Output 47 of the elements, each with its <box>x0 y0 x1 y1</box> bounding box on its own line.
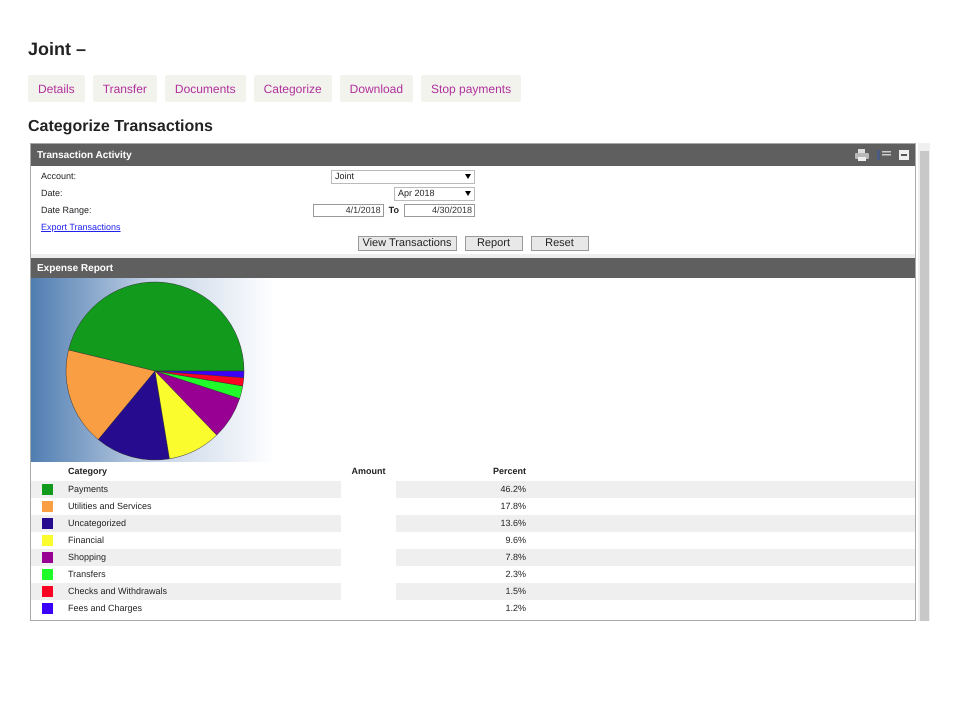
field-label: Date: <box>41 186 63 200</box>
column-header: Amount <box>350 464 386 478</box>
date-dropdown[interactable]: Apr 2018 <box>394 186 475 200</box>
column-header: Category <box>68 464 108 478</box>
percent-cell-text: 17.8% <box>499 500 526 513</box>
export-link[interactable]: Export Transactions <box>41 220 121 234</box>
percent-cell-text: 13.6% <box>499 516 526 530</box>
nav-button[interactable]: Documents <box>164 75 246 102</box>
percent-cell-text: 9.6% <box>504 534 526 547</box>
nav-button[interactable]: Categorize <box>254 75 332 102</box>
end-date-field[interactable]: 4/30/2018 <box>404 204 475 217</box>
dropdown-arrow-icon <box>465 191 471 196</box>
minimize-icon[interactable] <box>899 150 909 160</box>
nav-button[interactable]: Download <box>340 75 414 102</box>
percent-cell-text: 1.2% <box>504 602 526 615</box>
nav-button[interactable]: Transfer <box>92 75 157 102</box>
category-cell-text: Fees and Charges <box>68 602 144 615</box>
action-button[interactable]: Reset <box>530 236 588 251</box>
scrollbar[interactable] <box>918 143 930 621</box>
account-dropdown[interactable]: Joint <box>331 170 475 184</box>
dropdown-arrow-icon <box>465 174 471 179</box>
category-cell-text: Transfers <box>68 568 107 581</box>
category-cell-text: Uncategorized <box>68 516 128 530</box>
column-header: Percent <box>492 464 526 478</box>
percent-cell-text: 2.3% <box>504 568 526 581</box>
category-cell-text: Payments <box>68 482 110 496</box>
panel-title: Transaction Activity <box>37 148 132 162</box>
page-title: Joint – <box>28 38 88 60</box>
action-button[interactable]: Report <box>464 236 522 251</box>
category-cell-text: Checks and Withdrawals <box>68 584 168 598</box>
category-cell-text: Financial <box>68 534 106 547</box>
category-cell-text: Utilities and Services <box>68 500 153 513</box>
percent-cell-text: 46.2% <box>499 482 526 496</box>
section-title: Categorize Transactions <box>28 117 214 137</box>
field-label: Account: <box>41 170 76 183</box>
list-icon[interactable] <box>877 150 891 160</box>
nav-button[interactable]: Stop payments <box>421 75 522 102</box>
percent-cell-text: 7.8% <box>504 550 526 564</box>
panel-title: Expense Report <box>37 262 114 276</box>
field-label: Date Range: <box>41 204 92 217</box>
start-date-field[interactable]: 4/1/2018 <box>312 204 384 217</box>
to-label: To <box>388 204 399 217</box>
action-button[interactable]: View Transactions <box>358 236 456 251</box>
printer-icon[interactable] <box>855 149 869 161</box>
percent-cell-text: 1.5% <box>504 584 526 598</box>
category-cell-text: Shopping <box>68 550 108 564</box>
nav-button[interactable]: Details <box>28 75 85 102</box>
